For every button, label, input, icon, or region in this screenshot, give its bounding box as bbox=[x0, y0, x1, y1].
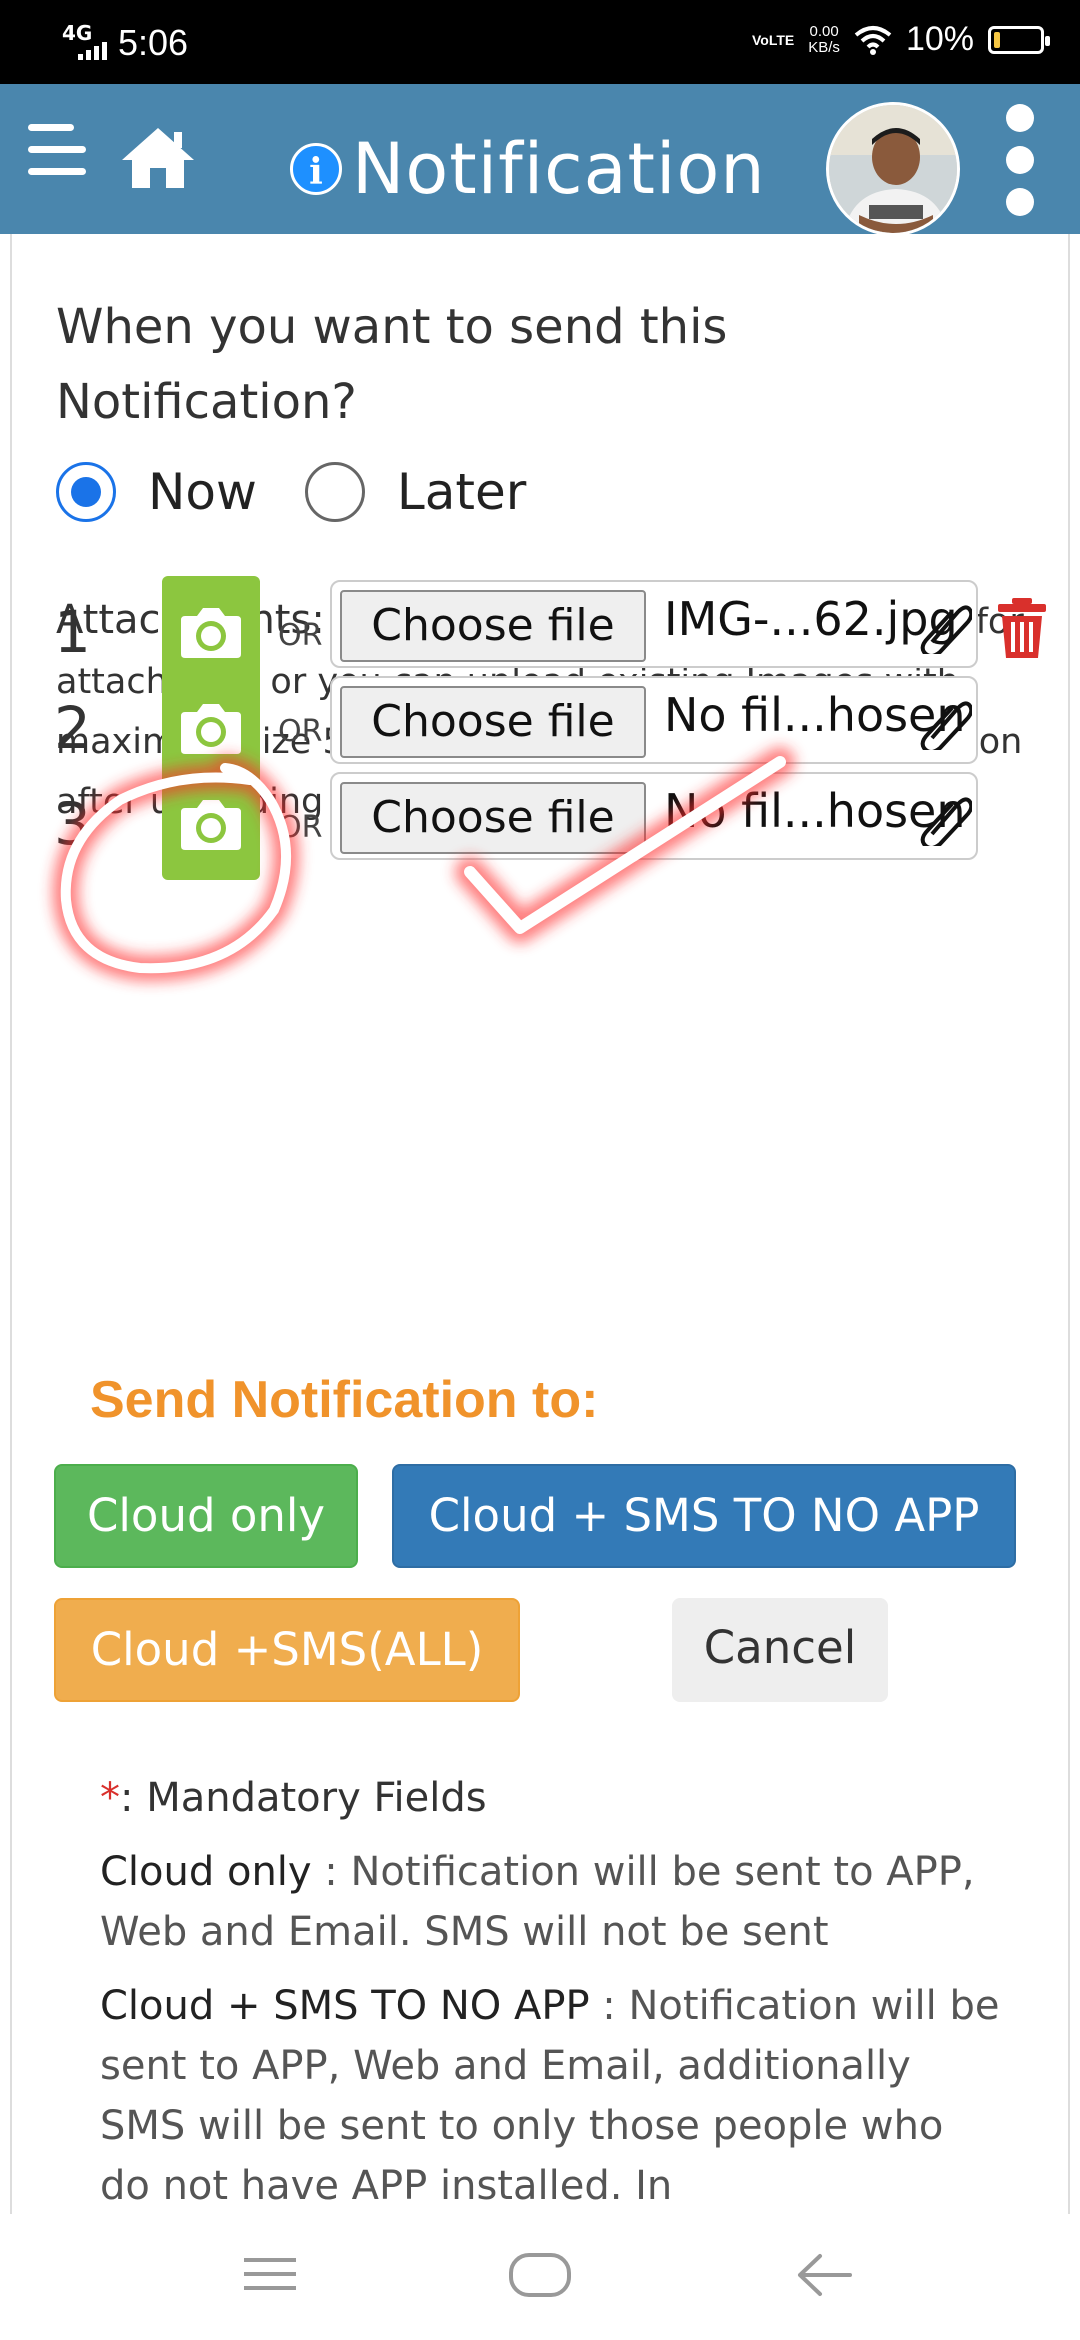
delete-icon[interactable] bbox=[996, 596, 1048, 660]
page-title: Notification bbox=[352, 128, 766, 210]
app-header: i Notification bbox=[0, 84, 1080, 236]
or-label: OR bbox=[278, 810, 323, 845]
mandatory-text: : Mandatory Fields bbox=[120, 1775, 487, 1821]
choose-file-button[interactable]: Choose file bbox=[340, 686, 646, 758]
hamburger-menu-icon[interactable] bbox=[28, 124, 98, 194]
paperclip-icon bbox=[920, 797, 972, 846]
info-icon[interactable]: i bbox=[290, 143, 342, 195]
row-number: 1 bbox=[54, 598, 91, 666]
battery-icon bbox=[988, 25, 1050, 54]
attachment-row: 3 OR Choose file No fil...hosen bbox=[40, 768, 1070, 880]
wifi-icon bbox=[854, 25, 892, 55]
home-nav-icon[interactable] bbox=[508, 2252, 572, 2298]
battery-percent: 10% bbox=[905, 20, 974, 58]
radio-now[interactable] bbox=[56, 462, 116, 522]
paperclip-icon bbox=[920, 605, 972, 654]
home-icon[interactable] bbox=[118, 124, 198, 190]
more-options-icon[interactable] bbox=[1006, 104, 1036, 234]
cloud-sms-no-app-button[interactable]: Cloud + SMS TO NO APP bbox=[392, 1464, 1016, 1568]
row-number: 3 bbox=[54, 790, 91, 858]
paperclip-icon bbox=[920, 701, 972, 750]
choose-file-button[interactable]: Choose file bbox=[340, 782, 646, 854]
file-input[interactable]: Choose file No fil...hosen bbox=[330, 772, 978, 860]
radio-later-label[interactable]: Later bbox=[397, 463, 526, 521]
recent-apps-icon[interactable] bbox=[242, 2252, 298, 2296]
clock: 5:06 bbox=[118, 22, 189, 63]
radio-later[interactable] bbox=[304, 462, 365, 522]
schedule-question: When you want to send this Notification? bbox=[56, 299, 728, 430]
title-group: i Notification bbox=[290, 128, 766, 210]
camera-icon bbox=[181, 608, 241, 658]
help-notes: *: Mandatory Fields Cloud only : Notific… bbox=[100, 1768, 1000, 2230]
network-speed: 0.00 KB/s bbox=[808, 22, 840, 56]
radio-now-label[interactable]: Now bbox=[148, 463, 257, 521]
volte-indicator: VoLTE bbox=[751, 31, 795, 48]
camera-icon bbox=[181, 800, 241, 850]
file-input[interactable]: Choose file IMG-...62.jpg bbox=[330, 580, 978, 668]
cloud-only-term: Cloud only bbox=[100, 1849, 312, 1895]
schedule-options: Now Later bbox=[56, 462, 574, 522]
cloud-sms-all-button[interactable]: Cloud +SMS(ALL) bbox=[54, 1598, 520, 1702]
row-number: 2 bbox=[54, 694, 91, 762]
send-section-title: Send Notification to: bbox=[90, 1371, 599, 1429]
avatar[interactable] bbox=[826, 102, 960, 236]
file-name: IMG-...62.jpg bbox=[664, 592, 958, 646]
mandatory-note: *: Mandatory Fields bbox=[100, 1768, 1000, 1828]
camera-icon bbox=[181, 704, 241, 754]
mandatory-star: * bbox=[100, 1775, 120, 1821]
camera-button[interactable] bbox=[162, 768, 260, 880]
or-label: OR bbox=[278, 714, 323, 749]
cancel-button[interactable]: Cancel bbox=[672, 1598, 888, 1702]
choose-file-button[interactable]: Choose file bbox=[340, 590, 646, 662]
signal-icon bbox=[78, 42, 107, 60]
or-label: OR bbox=[278, 618, 323, 653]
cloud-only-note: Cloud only : Notification will be sent t… bbox=[100, 1842, 1000, 1962]
cloud-sms-term: Cloud + SMS TO NO APP bbox=[100, 1983, 590, 2029]
system-nav-bar bbox=[0, 2214, 1080, 2340]
cloud-only-button[interactable]: Cloud only bbox=[54, 1464, 358, 1568]
file-input[interactable]: Choose file No fil...hosen bbox=[330, 676, 978, 764]
status-bar: 4G 5:06 VoLTE 0.00 KB/s 10% bbox=[0, 0, 1080, 84]
back-icon[interactable] bbox=[796, 2252, 852, 2298]
cloud-sms-note: Cloud + SMS TO NO APP : Notification wil… bbox=[100, 1976, 1000, 2216]
